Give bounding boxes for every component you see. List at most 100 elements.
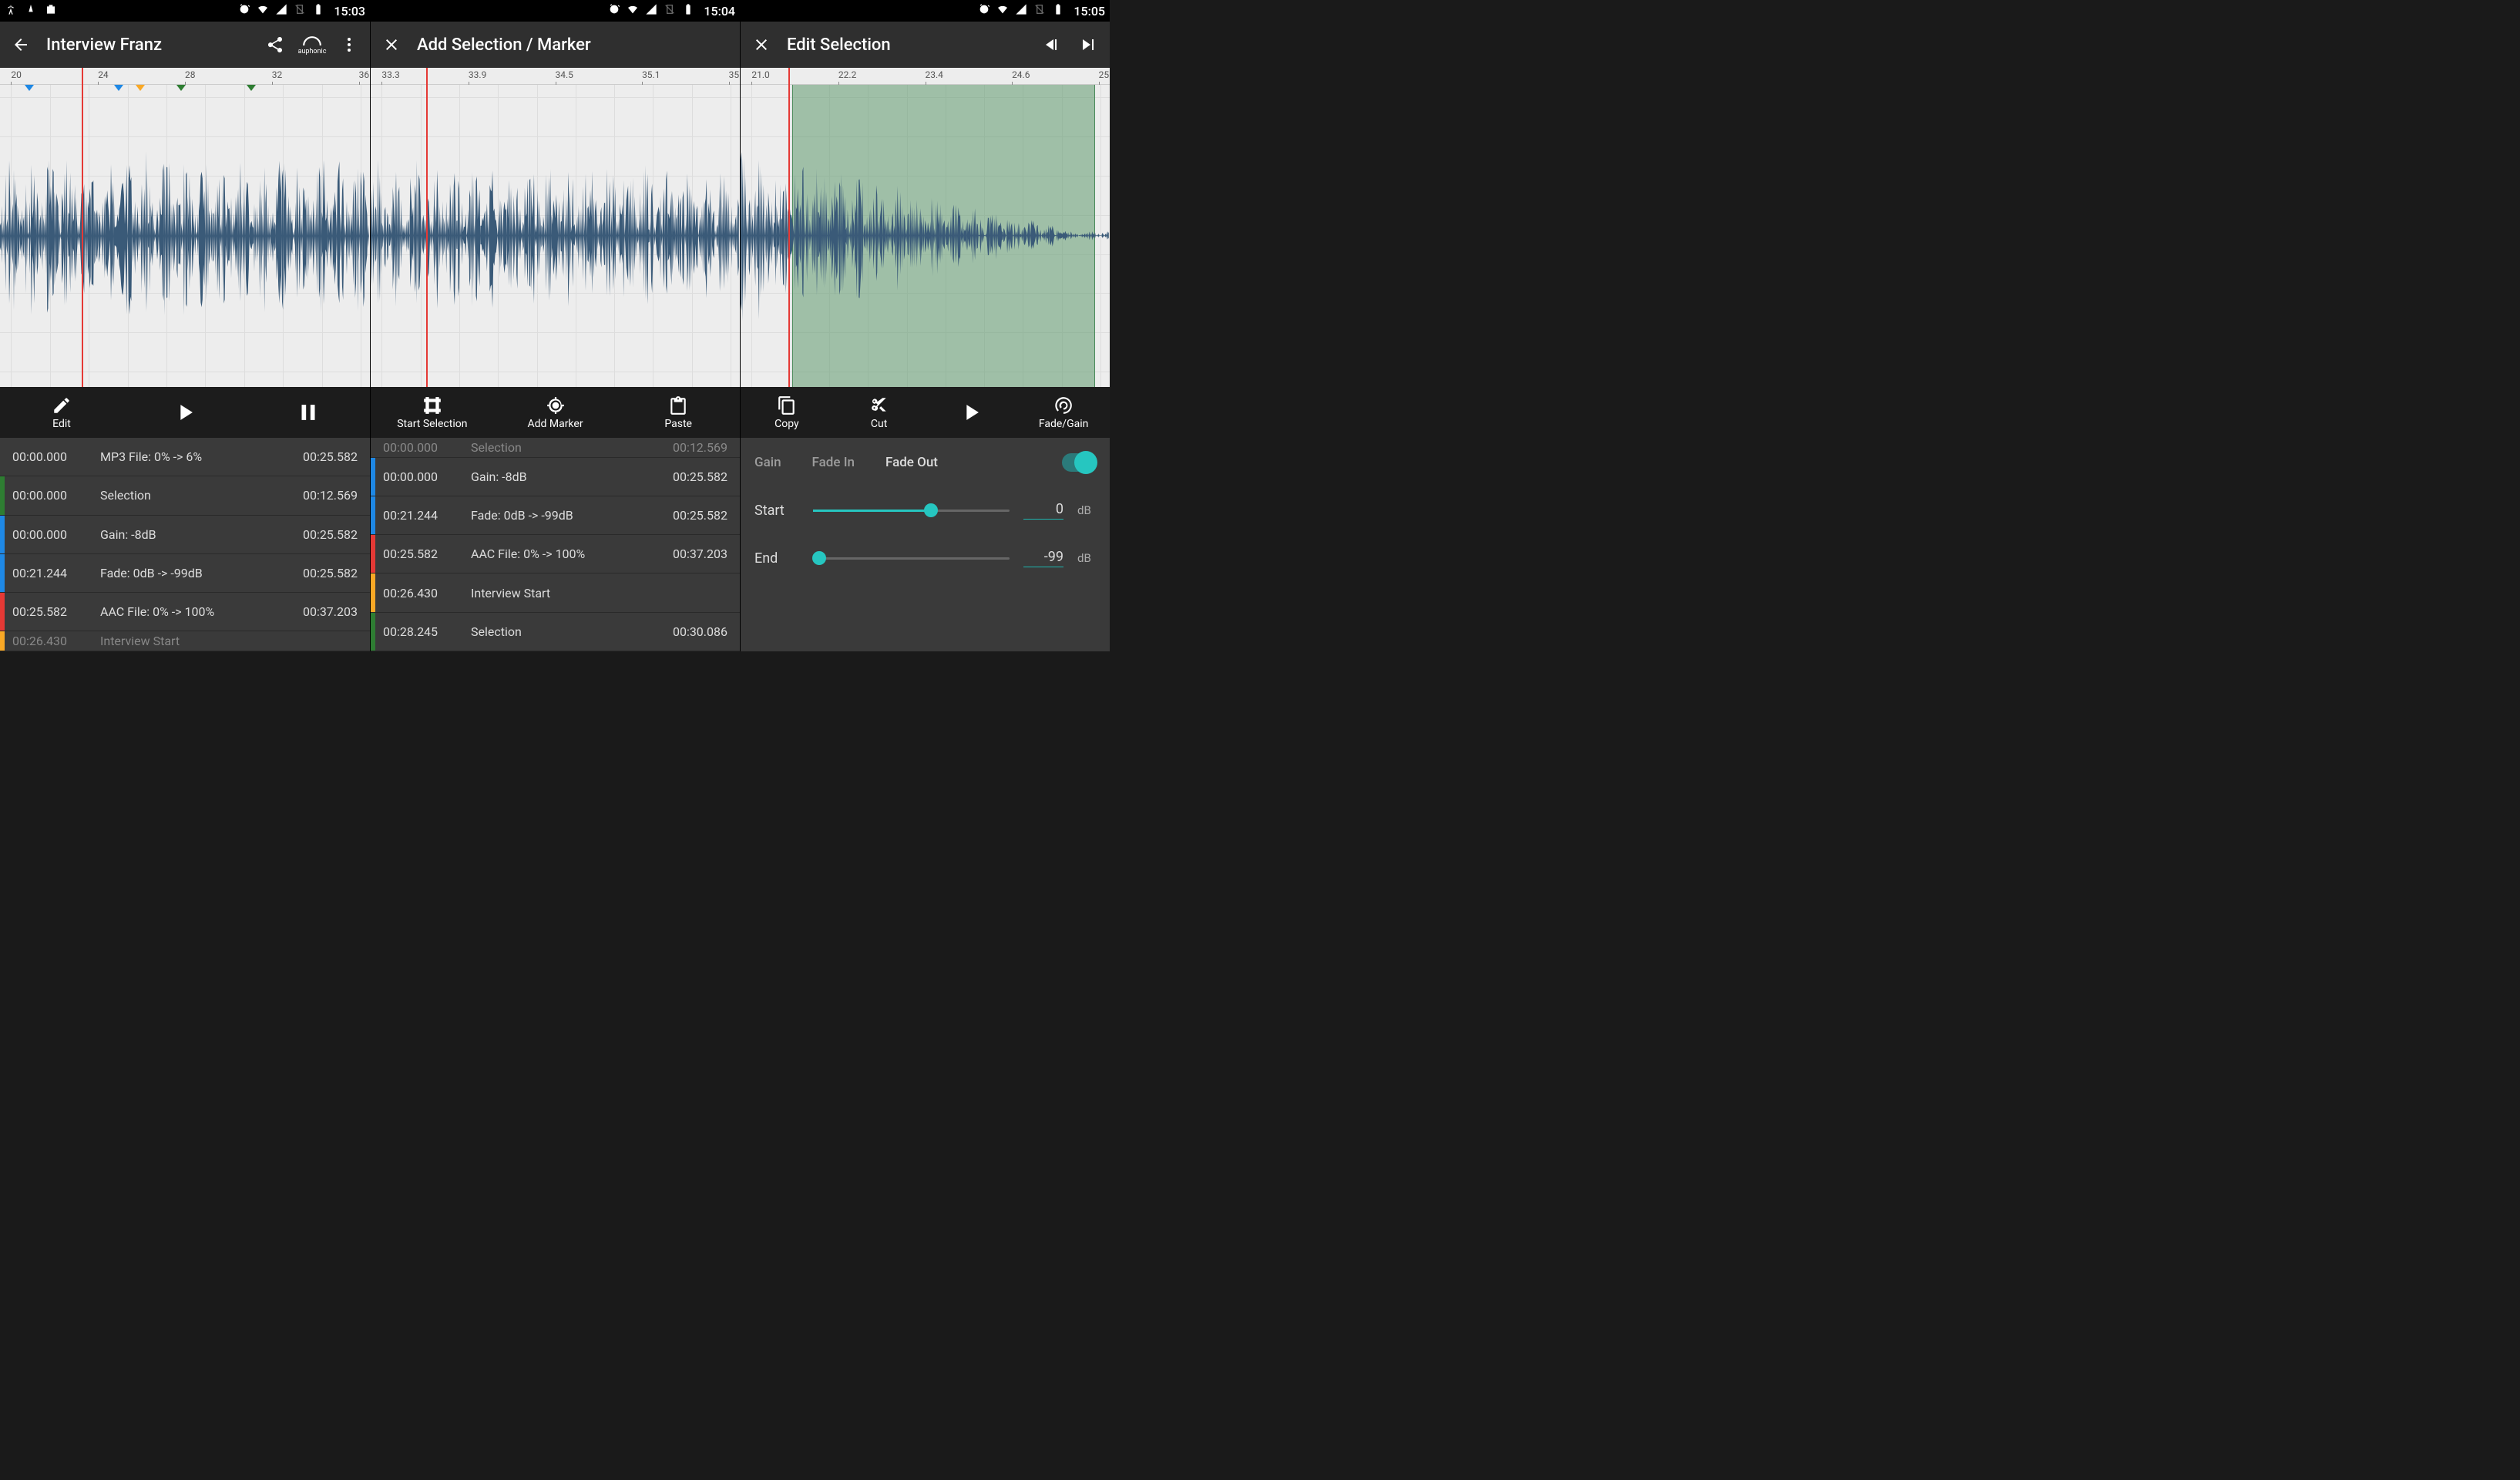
waveform[interactable]	[0, 85, 370, 387]
list-start-time: 00:26.430	[5, 634, 88, 648]
slider-value[interactable]: -99	[1023, 549, 1063, 567]
page-title: Edit Selection	[787, 35, 1026, 55]
play-button[interactable]	[926, 399, 1018, 426]
nosim-icon	[294, 3, 306, 18]
signal-icon	[645, 3, 657, 18]
list-item[interactable]: 00:00.000 MP3 File: 0% -> 6% 00:25.582	[0, 438, 370, 476]
jump-start-button[interactable]	[1040, 33, 1063, 56]
auphonic-button[interactable]: auphonic	[301, 33, 324, 56]
list-item[interactable]: 00:26.430 Interview Start	[0, 631, 370, 651]
phone-screen-2: 15:04 Add Selection / Marker 33.333.934.…	[370, 0, 740, 651]
time-ruler[interactable]: 2024283236	[0, 68, 370, 85]
pause-button[interactable]	[247, 399, 370, 426]
list-end-time: 00:37.203	[657, 547, 740, 561]
list-item[interactable]: 00:00.000 Gain: -8dB 00:25.582	[371, 458, 740, 496]
cut-button[interactable]: Cut	[833, 395, 926, 430]
list-end-time: 00:12.569	[287, 488, 370, 503]
list-end-time: 00:30.086	[657, 624, 740, 639]
slider-value[interactable]: 0	[1023, 501, 1063, 520]
battery-icon	[1052, 3, 1064, 18]
close-button[interactable]	[380, 33, 403, 56]
toolbar: Copy Cut Fade/Gain	[741, 387, 1110, 438]
ruler-tick: 25.8	[1099, 69, 1110, 80]
list-description: Selection	[459, 624, 657, 639]
list-description: Interview Start	[88, 634, 287, 648]
app-bar: Add Selection / Marker	[371, 22, 740, 68]
play-button[interactable]	[123, 399, 247, 426]
ruler-tick: 22.2	[838, 69, 856, 80]
battery-icon	[682, 3, 694, 18]
wifi-icon	[996, 3, 1009, 18]
list-end-time: 00:37.203	[287, 604, 370, 619]
list-item[interactable]: 00:26.430 Interview Start	[371, 574, 740, 612]
playhead[interactable]	[426, 68, 428, 387]
fade-toggle[interactable]	[1062, 453, 1096, 472]
list-description: Fade: 0dB -> -99dB	[459, 508, 657, 523]
add-marker-button[interactable]: Add Marker	[494, 395, 617, 430]
marker-icon[interactable]	[247, 85, 256, 91]
fade-tab-gain[interactable]: Gain	[754, 455, 781, 470]
share-button[interactable]	[264, 33, 287, 56]
list-item[interactable]: 00:21.244 Fade: 0dB -> -99dB 00:25.582	[0, 554, 370, 593]
waveform-area[interactable]: 33.333.934.535.135.7	[371, 68, 740, 387]
edit-list[interactable]: 00:00.000 MP3 File: 0% -> 6% 00:25.582 0…	[0, 438, 370, 651]
nosim-icon	[1033, 3, 1046, 18]
list-start-time: 00:00.000	[375, 469, 459, 484]
vlc-icon	[25, 3, 37, 18]
ruler-tick: 33.9	[469, 69, 486, 80]
marker-icon[interactable]	[176, 85, 186, 91]
status-bar: 15:04	[371, 0, 740, 22]
slider-track[interactable]	[813, 510, 1010, 512]
list-item[interactable]: 00:00.000 Gain: -8dB 00:25.582	[0, 516, 370, 554]
slider-thumb[interactable]	[812, 551, 826, 565]
nosim-icon	[664, 3, 676, 18]
paste-button[interactable]: Paste	[617, 395, 740, 430]
slider-track[interactable]	[813, 557, 1010, 560]
time-ruler[interactable]: 21.022.223.424.625.8	[741, 68, 1110, 85]
overflow-button[interactable]	[338, 33, 361, 56]
marker-icon[interactable]	[25, 85, 34, 91]
marker-icon[interactable]	[136, 85, 145, 91]
ruler-tick: 23.4	[926, 69, 943, 80]
list-item[interactable]: 00:25.582 AAC File: 0% -> 100% 00:37.203	[0, 593, 370, 631]
close-button[interactable]	[750, 33, 773, 56]
list-end-time: 00:25.582	[287, 566, 370, 580]
alarm-icon	[608, 3, 620, 18]
status-bar: 15:03	[0, 0, 370, 22]
copy-button[interactable]: Copy	[741, 395, 833, 430]
list-description: Interview Start	[459, 586, 657, 600]
playhead[interactable]	[82, 68, 83, 387]
list-start-time: 00:21.244	[5, 566, 88, 580]
fade-tab-fade-in[interactable]: Fade In	[812, 455, 855, 470]
fade-tab-fade-out[interactable]: Fade Out	[885, 455, 938, 470]
start-selection-button[interactable]: Start Selection	[371, 395, 494, 430]
jump-end-button[interactable]	[1077, 33, 1100, 56]
battery-icon	[312, 3, 324, 18]
status-clock: 15:05	[1074, 4, 1105, 18]
marker-icon[interactable]	[114, 85, 123, 91]
antenna-icon	[5, 3, 17, 18]
list-description: Gain: -8dB	[459, 469, 657, 484]
list-item[interactable]: 00:00.000 Selection 00:12.569	[0, 476, 370, 515]
waveform-area[interactable]: 2024283236	[0, 68, 370, 387]
list-item[interactable]: 00:25.582 AAC File: 0% -> 100% 00:37.203	[371, 535, 740, 574]
slider-thumb[interactable]	[924, 503, 938, 517]
fade-gain-button[interactable]: Fade/Gain	[1017, 395, 1110, 430]
list-description: AAC File: 0% -> 100%	[88, 604, 287, 619]
edit-button[interactable]: Edit	[0, 395, 123, 430]
list-item[interactable]: 00:21.244 Fade: 0dB -> -99dB 00:25.582	[371, 496, 740, 535]
edit-list[interactable]: 00:00.000 Selection 00:12.569 00:00.000 …	[371, 438, 740, 651]
back-button[interactable]	[9, 33, 32, 56]
waveform-area[interactable]: 21.022.223.424.625.8	[741, 68, 1110, 387]
playhead[interactable]	[788, 68, 790, 387]
briefcase-icon	[45, 3, 57, 18]
list-end-time: 00:25.582	[287, 449, 370, 464]
slider-unit: dB	[1077, 503, 1096, 517]
list-description: Selection	[88, 488, 287, 503]
waveform[interactable]	[741, 85, 1110, 386]
list-item[interactable]: 00:28.245 Selection 00:30.086	[371, 613, 740, 651]
list-item[interactable]: 00:00.000 Selection 00:12.569	[371, 438, 740, 458]
fade-tabs: Gain Fade In Fade Out	[754, 453, 1096, 472]
wifi-icon	[627, 3, 639, 18]
alarm-icon	[238, 3, 250, 18]
